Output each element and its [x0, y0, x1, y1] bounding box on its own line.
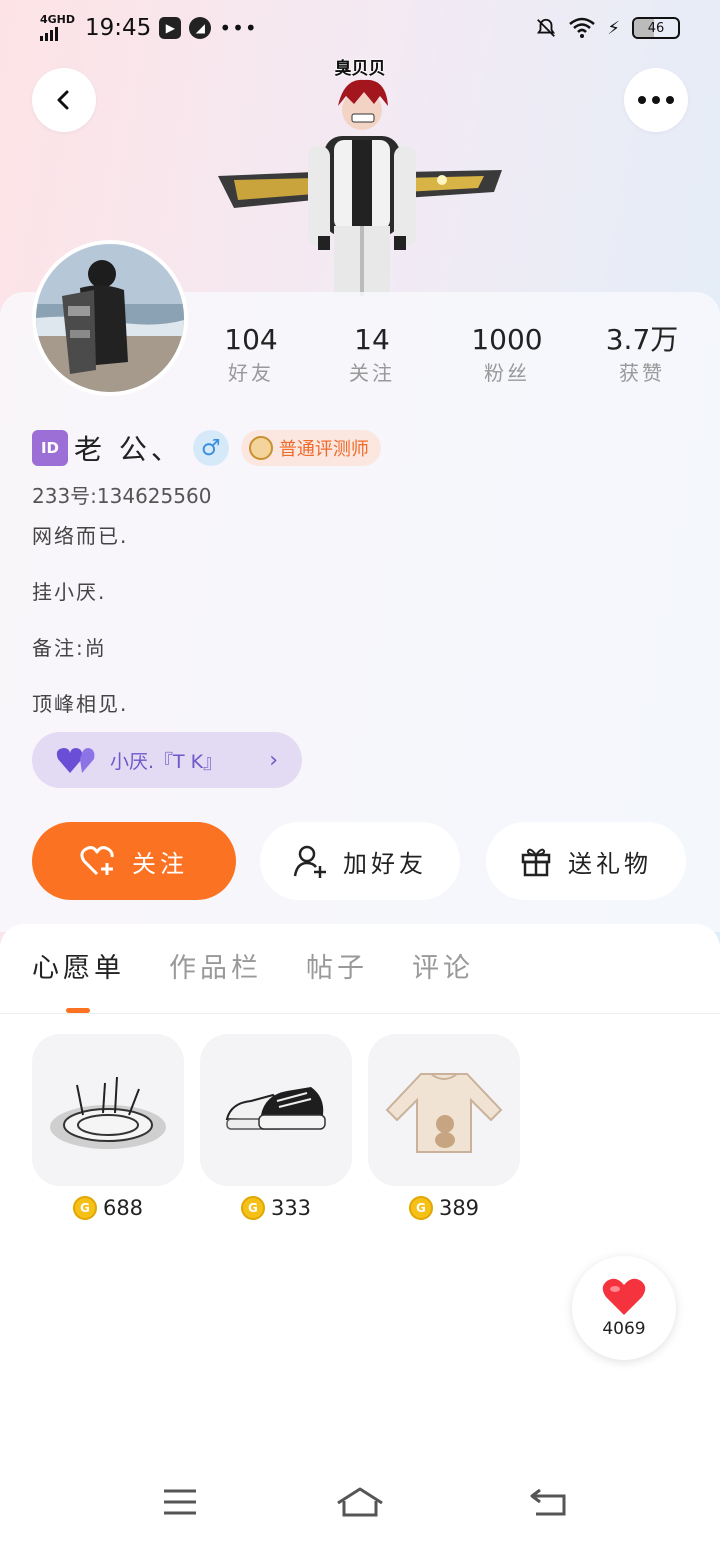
sweater-image — [385, 1073, 503, 1153]
stat-value: 14 — [354, 323, 390, 356]
tab-comments[interactable]: 评论 — [412, 946, 474, 985]
username: 老 公、 — [74, 433, 183, 466]
magic-circle-image — [50, 1076, 166, 1149]
home-nav-button[interactable] — [328, 1470, 392, 1534]
stat-value: 3.7万 — [605, 323, 679, 356]
tab-posts[interactable]: 帖子 — [306, 946, 368, 985]
profile-tabs: 心愿单 作品栏 帖子 评论 — [32, 946, 474, 985]
bio-line: 网络而已. — [32, 524, 129, 548]
wifi-icon — [569, 17, 596, 38]
item-price: G 389 — [368, 1196, 520, 1220]
home-icon — [337, 1487, 383, 1517]
male-gender-icon: ♂ — [192, 430, 229, 466]
bio-line: 顶峰相见. — [32, 692, 129, 716]
stat-likes[interactable]: 3.7万 获赞 — [582, 322, 702, 388]
item-thumbnail — [200, 1034, 352, 1186]
item-thumbnail — [368, 1034, 520, 1186]
stat-label: 获赞 — [619, 361, 665, 385]
item-price: G 688 — [32, 1196, 184, 1220]
stat-label: 好友 — [228, 361, 274, 385]
battery-percent: 46 — [647, 20, 665, 36]
heart-plus-icon — [80, 846, 114, 876]
menu-icon — [164, 1489, 196, 1515]
price-value: 389 — [438, 1196, 480, 1220]
stat-label: 粉丝 — [484, 361, 530, 385]
wishlist-item[interactable]: G 389 — [368, 1034, 520, 1220]
heart-icon — [602, 1278, 646, 1315]
stat-fans[interactable]: 1000 粉丝 — [447, 322, 567, 388]
signal-indicator: 4GHD — [40, 13, 76, 41]
sneakers-image — [225, 1087, 326, 1130]
role-badge[interactable]: 普通评测师 — [240, 430, 381, 466]
stat-value: 1000 — [471, 323, 543, 356]
tab-works[interactable]: 作品栏 — [169, 946, 262, 985]
bell-muted-icon — [537, 18, 556, 37]
wishlist-grid: G 688 G 333 G 389 — [32, 1034, 520, 1220]
user-id: 233号:134625560 — [32, 484, 212, 508]
character-avatar-image[interactable] — [214, 76, 506, 296]
bio-line: 挂小厌. — [32, 580, 107, 604]
status-bar: 4GHD 19:45 ▶ ◢ ••• ⚡ 46 — [0, 0, 720, 56]
price-value: 333 — [270, 1196, 312, 1220]
stat-value: 104 — [224, 323, 278, 356]
double-heart-icon — [56, 748, 95, 773]
tab-wishlist[interactable]: 心愿单 — [32, 946, 125, 985]
add-friend-label: 加好友 — [343, 849, 427, 878]
bio-line: 备注:尚 — [32, 636, 107, 660]
send-gift-button[interactable]: 送礼物 — [486, 822, 686, 900]
send-gift-label: 送礼物 — [568, 849, 652, 878]
price-value: 688 — [102, 1196, 144, 1220]
back-nav-button[interactable] — [517, 1470, 581, 1534]
wishlist-item[interactable]: G 333 — [200, 1034, 352, 1220]
menu-nav-button[interactable] — [148, 1470, 212, 1534]
id-icon: ID — [32, 430, 68, 466]
name-row: ID 老 公、 ♂ 普通评测师 — [32, 428, 381, 468]
tab-divider — [0, 1013, 720, 1014]
reviewer-badge-icon — [248, 436, 273, 460]
more-dots-icon — [638, 96, 674, 104]
partner-label: 小厌.『T K』 — [110, 750, 223, 773]
network-type: 4GHD — [40, 13, 76, 26]
follow-label: 关注 — [132, 849, 188, 878]
compass-notification-icon: ◢ — [189, 17, 212, 39]
stat-following[interactable]: 14 关注 — [312, 322, 432, 388]
coin-icon: G — [408, 1196, 433, 1220]
content-panel — [0, 924, 720, 1544]
chevron-left-icon — [57, 90, 69, 110]
clock: 19:45 — [85, 15, 152, 41]
partner-link[interactable]: 小厌.『T K』 › — [32, 732, 302, 788]
add-friend-button[interactable]: 加好友 — [260, 822, 460, 900]
stat-friends[interactable]: 104 好友 — [191, 322, 311, 388]
gift-icon — [521, 848, 551, 877]
item-price: G 333 — [200, 1196, 352, 1220]
like-button[interactable]: 4069 — [572, 1256, 676, 1360]
back-arrow-icon — [530, 1488, 566, 1516]
signal-bars-icon — [40, 25, 75, 41]
app-notification-icon: ▶ — [159, 17, 182, 39]
profile-stats: 104 好友 14 关注 1000 粉丝 3.7万 获赞 — [0, 322, 720, 392]
add-user-icon — [293, 845, 326, 878]
stat-label: 关注 — [349, 361, 395, 385]
coin-icon: G — [240, 1196, 265, 1220]
chevron-right-icon: › — [269, 747, 278, 773]
role-badge-label: 普通评测师 — [278, 439, 369, 460]
battery-icon: 46 — [632, 17, 680, 39]
item-thumbnail — [32, 1034, 184, 1186]
like-count: 4069 — [602, 1319, 646, 1339]
charging-icon: ⚡ — [607, 17, 620, 39]
more-notifications-icon: ••• — [219, 16, 258, 40]
coin-icon: G — [72, 1196, 97, 1220]
follow-button[interactable]: 关注 — [32, 822, 236, 900]
wishlist-item[interactable]: G 688 — [32, 1034, 184, 1220]
system-nav-bar — [0, 1470, 720, 1534]
